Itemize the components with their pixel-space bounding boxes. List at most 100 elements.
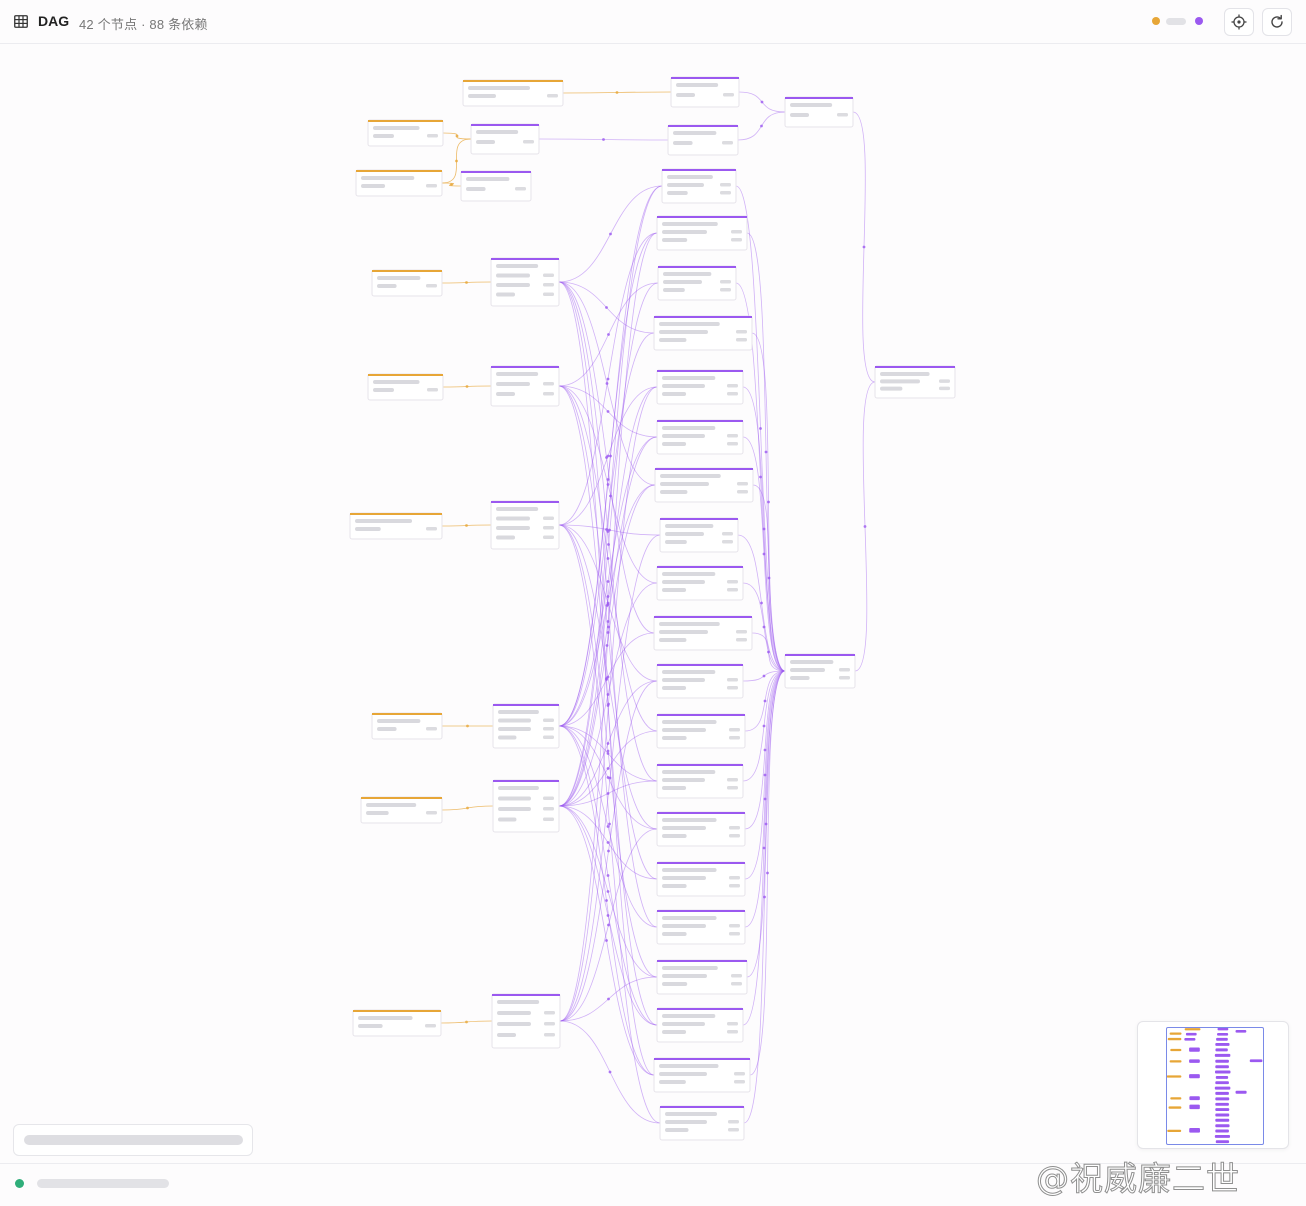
node-meta-placeholder bbox=[543, 292, 554, 296]
model-node[interactable] bbox=[659, 517, 739, 553]
model-node[interactable] bbox=[492, 703, 560, 749]
node-text-placeholder bbox=[498, 718, 531, 723]
model-node[interactable] bbox=[491, 993, 561, 1049]
edge-arrow bbox=[760, 124, 763, 128]
node-text-placeholder bbox=[498, 735, 517, 740]
node-text-placeholder bbox=[659, 1072, 707, 1076]
model-node[interactable] bbox=[492, 779, 560, 833]
node-text-placeholder bbox=[496, 516, 530, 521]
node-text-placeholder bbox=[665, 1112, 718, 1116]
model-node[interactable] bbox=[656, 861, 746, 897]
minimap[interactable] bbox=[1137, 1021, 1289, 1149]
edge-arrow bbox=[465, 524, 468, 527]
edge-arrow bbox=[607, 543, 610, 546]
locate-button[interactable] bbox=[1224, 8, 1254, 36]
page-title: DAG bbox=[38, 13, 70, 29]
node-text-placeholder bbox=[660, 490, 688, 494]
edge-arrow bbox=[606, 874, 610, 877]
model-node[interactable] bbox=[670, 76, 740, 108]
node-meta-placeholder bbox=[727, 588, 738, 592]
source-node[interactable] bbox=[367, 373, 444, 401]
model-node[interactable] bbox=[656, 811, 746, 847]
node-meta-placeholder bbox=[737, 482, 748, 486]
node-text-placeholder bbox=[496, 526, 530, 530]
node-accent bbox=[657, 566, 743, 568]
model-node[interactable] bbox=[653, 315, 753, 351]
node-text-placeholder bbox=[662, 982, 688, 986]
edge-arrow bbox=[606, 841, 610, 844]
model-node[interactable] bbox=[784, 653, 856, 689]
node-meta-placeholder bbox=[731, 230, 742, 234]
node-accent bbox=[662, 169, 736, 171]
node-card bbox=[470, 123, 540, 155]
node-meta-placeholder bbox=[727, 686, 738, 690]
source-node[interactable] bbox=[462, 79, 564, 107]
node-text-placeholder bbox=[662, 868, 717, 872]
node-meta-placeholder bbox=[544, 1033, 555, 1037]
model-node[interactable] bbox=[656, 565, 744, 601]
model-node[interactable] bbox=[659, 1105, 745, 1141]
model-node[interactable] bbox=[654, 467, 754, 503]
source-node[interactable] bbox=[367, 119, 444, 147]
model-node[interactable] bbox=[653, 1057, 751, 1093]
node-accent bbox=[660, 1106, 744, 1108]
model-node[interactable] bbox=[656, 909, 746, 945]
model-node[interactable] bbox=[490, 257, 560, 307]
model-node[interactable] bbox=[490, 365, 560, 407]
search-input[interactable] bbox=[13, 1124, 253, 1156]
model-node[interactable] bbox=[784, 96, 854, 128]
edge-arrow bbox=[455, 134, 459, 138]
status-text bbox=[37, 1179, 169, 1188]
source-node[interactable] bbox=[371, 269, 443, 297]
node-meta-placeholder bbox=[727, 442, 738, 446]
node-card bbox=[371, 712, 443, 740]
dag-canvas[interactable] bbox=[0, 45, 1306, 1162]
minimap-viewport[interactable] bbox=[1166, 1027, 1264, 1145]
node-meta-placeholder bbox=[729, 736, 740, 740]
node-text-placeholder bbox=[497, 1011, 531, 1015]
node-meta-placeholder bbox=[425, 1024, 436, 1028]
model-node[interactable] bbox=[656, 763, 744, 799]
source-node[interactable] bbox=[355, 169, 443, 197]
node-card bbox=[371, 269, 443, 297]
model-node[interactable] bbox=[656, 215, 748, 251]
model-node[interactable] bbox=[657, 265, 737, 301]
node-meta-placeholder bbox=[543, 526, 554, 530]
source-node[interactable] bbox=[371, 712, 443, 740]
model-node[interactable] bbox=[656, 663, 744, 699]
refresh-button[interactable] bbox=[1262, 8, 1292, 36]
source-node[interactable] bbox=[349, 512, 443, 540]
model-node[interactable] bbox=[656, 1007, 744, 1043]
model-node[interactable] bbox=[490, 500, 560, 550]
model-node[interactable] bbox=[656, 959, 748, 995]
node-text-placeholder bbox=[659, 622, 720, 626]
node-text-placeholder bbox=[662, 778, 705, 782]
edge-arrow bbox=[608, 776, 612, 780]
model-node[interactable] bbox=[656, 369, 744, 405]
source-node[interactable] bbox=[360, 796, 443, 824]
model-node[interactable] bbox=[653, 615, 753, 651]
model-node[interactable] bbox=[661, 168, 737, 204]
node-meta-placeholder bbox=[427, 134, 438, 138]
model-node[interactable] bbox=[874, 365, 956, 399]
edge-arrow bbox=[606, 377, 610, 381]
model-node[interactable] bbox=[460, 170, 532, 202]
model-node[interactable] bbox=[656, 419, 744, 455]
node-text-placeholder bbox=[665, 1120, 707, 1124]
node-accent bbox=[491, 501, 559, 503]
edge-arrow bbox=[466, 806, 469, 810]
node-accent bbox=[785, 97, 853, 99]
node-text-placeholder bbox=[673, 141, 693, 145]
node-text-placeholder bbox=[662, 884, 687, 888]
node-card bbox=[349, 512, 443, 540]
source-node[interactable] bbox=[352, 1009, 442, 1037]
model-node[interactable] bbox=[667, 124, 739, 156]
node-meta-placeholder bbox=[839, 676, 850, 680]
node-accent bbox=[657, 960, 747, 962]
node-meta-placeholder bbox=[736, 338, 747, 342]
edge-arrow bbox=[762, 674, 766, 678]
node-meta-placeholder bbox=[737, 490, 748, 494]
search-placeholder bbox=[24, 1135, 243, 1145]
model-node[interactable] bbox=[656, 713, 746, 749]
model-node[interactable] bbox=[470, 123, 540, 155]
